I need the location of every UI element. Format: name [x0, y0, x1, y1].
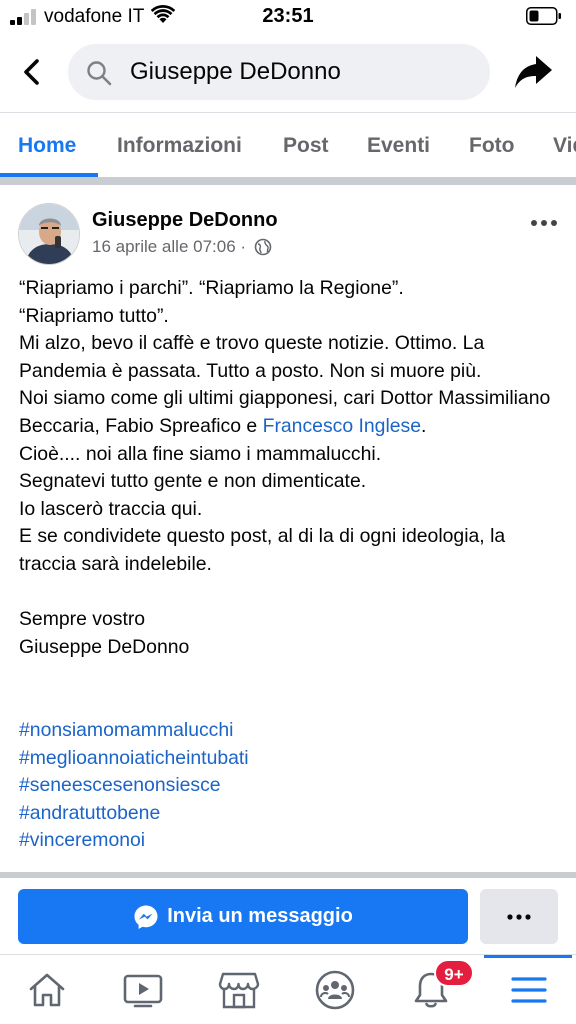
- globe-icon: [254, 238, 272, 256]
- send-message-label: Invia un messaggio: [167, 905, 353, 927]
- tab-eventi[interactable]: Eventi: [367, 114, 430, 180]
- tab-foto[interactable]: Foto: [469, 114, 514, 180]
- action-row: Invia un messaggio: [0, 878, 576, 954]
- more-dots-icon: [507, 913, 531, 920]
- tab-video[interactable]: Vid: [553, 114, 576, 180]
- post-meta: 16 aprile alle 07:06 ·: [92, 237, 272, 257]
- search-input[interactable]: Giuseppe DeDonno: [68, 44, 490, 100]
- mention-link[interactable]: Francesco Inglese: [263, 415, 421, 437]
- header-divider: [0, 112, 576, 113]
- nav-groups[interactable]: [312, 967, 358, 1013]
- more-options-icon[interactable]: [526, 211, 562, 235]
- tabs-divider: [0, 177, 576, 185]
- more-actions-button[interactable]: [480, 889, 558, 944]
- status-bar: vodafone IT 23:51: [0, 0, 576, 34]
- hamburger-menu-icon: [511, 977, 547, 1003]
- clock: 23:51: [262, 5, 314, 27]
- hashtag-link[interactable]: #nonsiamomammalucchi: [19, 717, 249, 745]
- notifications-badge: 9+: [434, 959, 474, 987]
- chevron-left-icon: [24, 59, 39, 85]
- battery-icon: [526, 7, 561, 25]
- send-message-button[interactable]: Invia un messaggio: [18, 889, 468, 944]
- hashtag-link[interactable]: #seneescesenonsiesce: [19, 772, 249, 800]
- post-text-part: “Riapriamo i parchi”. “Riapriamo la Regi…: [19, 277, 551, 437]
- marketplace-icon: [218, 972, 260, 1009]
- profile-tabs: Home Informazioni Post Eventi Foto Vid: [0, 114, 576, 180]
- share-arrow-icon: [515, 56, 552, 88]
- groups-icon: [315, 970, 355, 1010]
- nav-menu[interactable]: [506, 967, 552, 1013]
- tab-home[interactable]: Home: [18, 114, 76, 180]
- profile-photo: [19, 204, 79, 264]
- post-text-part: . Cioè.... noi alla fine siamo i mammalu…: [19, 414, 506, 658]
- nav-home[interactable]: [24, 967, 70, 1013]
- search-icon: [87, 61, 112, 86]
- messenger-icon: [134, 905, 158, 929]
- post-card: Giuseppe DeDonno 16 aprile alle 07:06 · …: [0, 185, 576, 873]
- post-date[interactable]: 16 aprile alle 07:06 ·: [92, 237, 246, 257]
- search-query[interactable]: Giuseppe DeDonno: [130, 44, 341, 100]
- nav-watch[interactable]: [120, 967, 166, 1013]
- hashtag-link[interactable]: #andratuttobene: [19, 800, 249, 828]
- video-icon: [123, 974, 163, 1008]
- post-text: “Riapriamo i parchi”. “Riapriamo la Regi…: [19, 275, 567, 661]
- hashtag-link[interactable]: #vinceremonoi: [19, 827, 249, 855]
- nav-marketplace[interactable]: [216, 967, 262, 1013]
- post-author[interactable]: Giuseppe DeDonno: [92, 209, 278, 232]
- share-button[interactable]: [512, 50, 556, 94]
- bottom-nav: 9+: [0, 954, 576, 1024]
- avatar[interactable]: [18, 203, 80, 265]
- tab-informazioni[interactable]: Informazioni: [117, 114, 242, 180]
- tab-post[interactable]: Post: [283, 114, 329, 180]
- hashtag-list: #nonsiamomammalucchi #meglioannoiatichei…: [19, 717, 249, 855]
- active-nav-indicator: [484, 955, 572, 958]
- search-header: Giuseppe DeDonno: [0, 36, 576, 108]
- home-icon: [29, 973, 65, 1007]
- hashtag-link[interactable]: #meglioannoiaticheintubati: [19, 745, 249, 773]
- back-button[interactable]: [14, 52, 48, 92]
